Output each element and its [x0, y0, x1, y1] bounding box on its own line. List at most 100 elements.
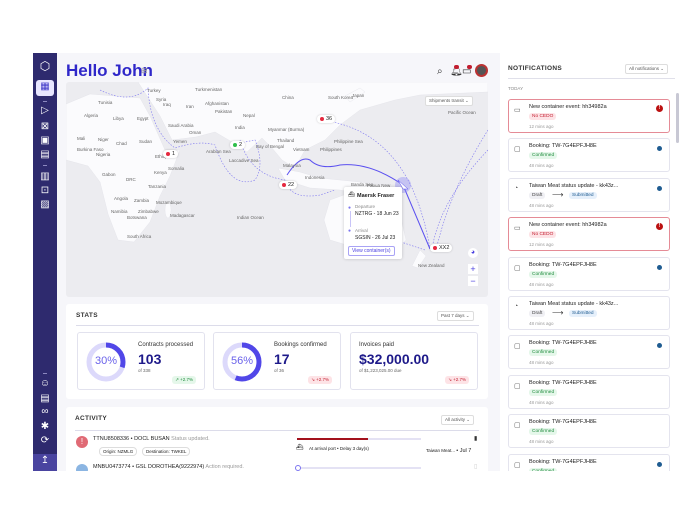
activity-summary: TTNU8508336 • DOCL BUSAN Status updated.: [93, 436, 210, 442]
alert-icon: !: [76, 436, 88, 448]
map-pin[interactable]: XX2: [430, 244, 453, 252]
library-icon[interactable]: ▤: [37, 392, 53, 406]
notification-item[interactable]: ▢ Booking: TW-7G4EPFJH8E Confirmed 48 mins …: [508, 374, 670, 409]
search-icon[interactable]: ⌕: [437, 66, 443, 77]
origin-chip: Origin: NZMLG: [99, 447, 138, 456]
arrow-right-icon: ⟶: [552, 308, 564, 317]
list-icon[interactable]: ▥: [37, 170, 53, 184]
notification-title: Booking: TW-7G4EPFJH8E: [529, 143, 597, 150]
map-label: Gabon: [102, 172, 116, 177]
notification-time: 12 mins ago: [529, 242, 554, 248]
map-pin[interactable]: 1: [163, 150, 179, 158]
map-label: China: [282, 95, 294, 100]
integrations-icon[interactable]: ✱: [37, 420, 53, 434]
map-pin[interactable]: 36: [317, 115, 336, 123]
notifications-filter-dropdown[interactable]: All notifications ⌄: [625, 64, 669, 74]
documents-icon[interactable]: ▷: [37, 104, 53, 118]
map-pin[interactable]: 2: [230, 141, 246, 149]
arrival-value: SGSIN - 26 Jul 23: [355, 235, 396, 241]
shipments-filter-dropdown[interactable]: Shipments transit ⌄: [425, 96, 473, 106]
dropdown-label: All notifications: [629, 66, 660, 71]
map-label: Madagascar: [170, 213, 195, 218]
stat-label: Contracts processed: [138, 342, 194, 348]
link-icon[interactable]: ∞: [37, 405, 53, 419]
page-bottom-margin: [0, 471, 700, 525]
notification-item[interactable]: ▢ Booking: TW-7G4EPFJH8E Confirmed 48 mins …: [508, 256, 670, 291]
reports-icon[interactable]: ▤: [37, 148, 53, 162]
notification-tag: Draft: [529, 310, 546, 317]
map-label: Yemen: [173, 139, 187, 144]
dropdown-label: All activity: [445, 417, 466, 422]
map-label: Tunisia: [98, 100, 113, 105]
activity-row[interactable]: ! TTNU8508336 • DOCL BUSAN Status update…: [66, 433, 488, 460]
notification-item[interactable]: ◔ Taiwan Meat status update - kk43z... Dra…: [508, 177, 670, 212]
ship-icon: ⛴: [348, 192, 355, 198]
bookings-icon[interactable]: ⊠: [37, 120, 53, 134]
zoom-out-button[interactable]: −: [468, 276, 478, 286]
map-label: Philippines: [320, 147, 342, 152]
arrival-label: Arrival: [355, 228, 368, 233]
scrollbar-thumb[interactable]: [676, 93, 679, 143]
zoom-in-button[interactable]: +: [468, 264, 478, 274]
support-icon[interactable]: ☺: [37, 377, 53, 391]
avatar[interactable]: [475, 64, 488, 77]
map-label: Indian Ocean: [237, 215, 264, 220]
bell-icon[interactable]: 🔔︎: [450, 65, 463, 77]
folder-icon[interactable]: ▨: [37, 198, 53, 212]
map-label: Vietnam: [293, 147, 310, 152]
arrow-right-icon: ⟶: [552, 189, 564, 199]
notification-title: Booking: TW-7G4EPFJH8E: [529, 458, 597, 465]
dashboard-icon[interactable]: ▦: [36, 80, 54, 96]
notification-item[interactable]: ▢ Booking: TW-7G4EPFJH8E Confirmed 48 mins …: [508, 138, 670, 173]
notification-tag: No CEDO: [529, 113, 557, 120]
map-label: Mali: [77, 136, 86, 141]
group-label: TODAY: [508, 86, 524, 91]
container-id: TTNU8508336: [93, 436, 130, 442]
notification-tag: Confirmed: [529, 428, 558, 436]
map-label: New Zealand: [418, 263, 445, 268]
globe-icon[interactable]: ◕: [468, 248, 478, 258]
notification-item[interactable]: ◔ Taiwan Meat status update - kk43z... Dra…: [508, 296, 670, 330]
trend-value: +2.7%: [453, 377, 466, 382]
view-containers-button[interactable]: View container(s): [348, 246, 395, 256]
stats-range-dropdown[interactable]: Past 7 days ⌄: [437, 311, 474, 321]
activity-filter-dropdown[interactable]: All activity ⌄: [441, 415, 475, 425]
stat-value: $32,000.00: [359, 351, 430, 367]
calendar-icon[interactable]: ▣: [37, 134, 53, 148]
stat-subtext: of 338: [138, 368, 151, 373]
shipments-icon[interactable]: ⊡: [37, 184, 53, 198]
map-label: Afghanistan: [205, 101, 229, 106]
notification-tag-new: Submitted: [569, 310, 597, 317]
map-label: Chad: [116, 141, 127, 146]
map-label: Algeria: [84, 113, 99, 118]
stats-title: STATS: [76, 312, 98, 319]
notification-item[interactable]: ▭ New container event: hh34982a No CEDO 12 …: [508, 99, 670, 133]
layout-grid-icon[interactable]: ⊞: [141, 66, 148, 75]
error-icon: !: [656, 105, 663, 112]
map-label: South Africa: [127, 234, 152, 239]
progress-track: [297, 438, 421, 440]
bookmark-icon[interactable]: ▯: [474, 463, 477, 470]
notification-tag: Confirmed: [529, 388, 558, 396]
dropdown-label: Past 7 days: [441, 313, 465, 318]
collapse-button[interactable]: ↥: [33, 454, 57, 471]
bookmark-icon[interactable]: ▮: [474, 435, 477, 442]
trend-down-icon: ↘: [311, 377, 315, 382]
activity-summary: MNBU0473774 • GSL DOROTHEA(9222974) Acti…: [93, 464, 244, 470]
activity-meta: Taiwan Meat... • Jul 7: [426, 448, 471, 454]
messages-icon[interactable]: ▭: [462, 65, 472, 77]
shipment-map[interactable]: Turkey Turkmenistan China South Korea Japan T…: [66, 82, 488, 297]
notification-item[interactable]: ▢ Booking: TW-7G4EPFJH8E Confirmed 48 mins …: [508, 335, 670, 370]
map-label: Arabian Sea: [206, 149, 231, 154]
notification-item[interactable]: ▭ New container event: hh34982a No CEDO 12 …: [508, 217, 670, 252]
sync-icon[interactable]: ⟳: [37, 434, 53, 448]
notification-item[interactable]: ▢ Booking: TW-7G4EPFJH8E Confirmed 48 mins …: [508, 414, 670, 449]
notification-title: New container event: hh34982a: [529, 222, 607, 229]
activity-status: Action required.: [205, 464, 244, 470]
map-pin[interactable]: 22: [279, 181, 298, 189]
customer-name: Taiwan Meat...: [426, 448, 456, 453]
trend-badge: ↗ +2.7%: [172, 376, 196, 384]
map-label: Iran: [186, 104, 194, 109]
pin-status-dot: [433, 245, 437, 250]
vessel-name: GSL DOROTHEA(9222974): [135, 464, 205, 470]
